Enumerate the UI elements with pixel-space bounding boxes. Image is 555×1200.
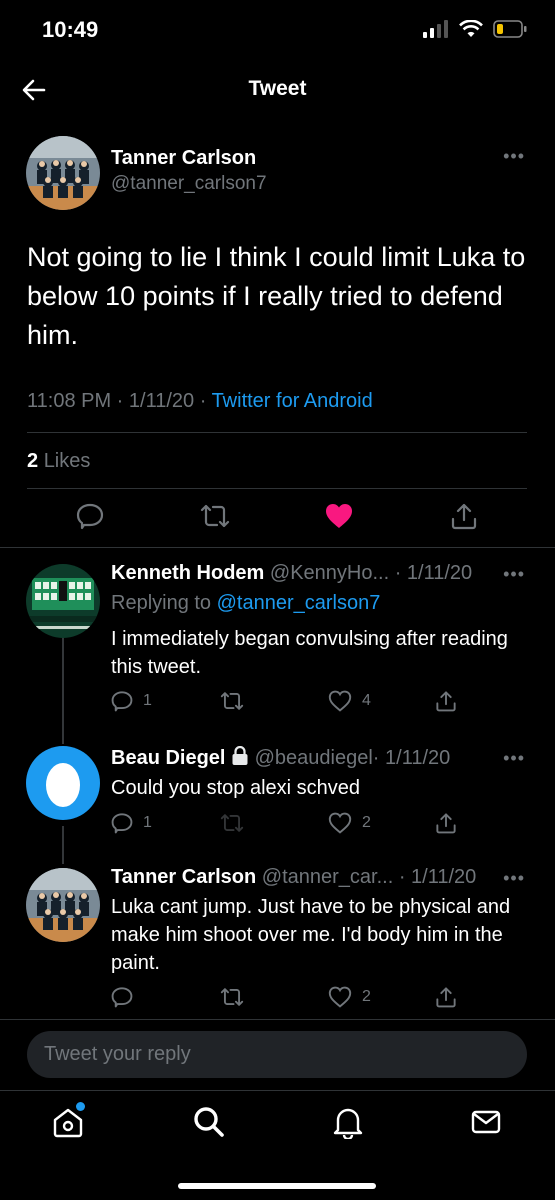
envelope-icon — [471, 1110, 501, 1134]
divider — [0, 1019, 555, 1020]
lock-icon — [232, 745, 248, 765]
nav-messages[interactable] — [469, 1105, 505, 1141]
thread-line — [62, 826, 64, 864]
nav-notifications[interactable] — [331, 1105, 367, 1141]
reply-header: Tanner Carlson @tanner_car... · 1/11/20 — [111, 866, 476, 889]
like-button[interactable]: 4 — [328, 690, 371, 712]
thread-line — [62, 636, 64, 744]
status-icons — [423, 20, 527, 38]
retweet-icon[interactable] — [199, 502, 231, 530]
retweet-icon — [220, 814, 244, 832]
like-count: 2 — [362, 814, 371, 831]
reply-action-bar: 1 4 — [111, 690, 471, 718]
like-button[interactable]: 2 — [328, 986, 371, 1008]
reply-avatar[interactable] — [26, 564, 100, 638]
share-icon — [436, 987, 456, 1008]
cellular-signal-icon — [423, 20, 448, 38]
reply-author-name[interactable]: Tanner Carlson — [111, 866, 256, 888]
more-dots-icon[interactable]: ••• — [503, 564, 525, 585]
home-indicator[interactable] — [178, 1183, 376, 1189]
replying-to: Replying to @tanner_carlson7 — [111, 592, 380, 615]
reply-date: · 1/11/20 — [394, 562, 473, 584]
reply-text: Luka cant jump. Just have to be physical… — [111, 896, 511, 974]
retweet-button[interactable] — [219, 986, 245, 1008]
share-button[interactable] — [435, 690, 457, 712]
likes-count: 2 — [27, 450, 39, 472]
reply-count: 1 — [143, 692, 152, 709]
replying-prefix: Replying to — [111, 592, 217, 614]
compose-placeholder: Tweet your reply — [44, 1043, 191, 1065]
author-handle[interactable]: @tanner_carlson7 — [111, 173, 267, 195]
speech-bubble-icon[interactable] — [76, 502, 104, 530]
reply-date: · 1/11/20 — [372, 747, 451, 769]
retweet-button[interactable] — [219, 690, 245, 712]
reply-author-handle[interactable]: @beaudiegel — [255, 747, 373, 769]
status-time: 10:49 — [42, 17, 99, 42]
reply-text: Could you stop alexi schved — [111, 777, 361, 799]
reply-header: Beau Diegel @beaudiegel· 1/11/20 — [111, 745, 451, 770]
divider — [27, 488, 527, 489]
divider — [27, 432, 527, 433]
tweet-timestamp: 11:08 PM · 1/11/20 · — [27, 390, 212, 412]
speech-bubble-icon — [111, 691, 133, 712]
reply-header: Kenneth Hodem @KennyHo... · 1/11/20 — [111, 562, 472, 585]
retweet-icon — [220, 692, 244, 710]
like-count: 2 — [362, 988, 371, 1005]
speech-bubble-icon — [111, 987, 133, 1008]
heart-icon — [328, 690, 352, 712]
reply-avatar[interactable] — [26, 746, 100, 820]
share-icon[interactable] — [450, 502, 478, 530]
top-header: Tweet — [0, 62, 555, 118]
battery-icon — [493, 20, 527, 38]
retweet-icon — [220, 988, 244, 1006]
speech-bubble-icon — [111, 813, 133, 834]
divider — [0, 547, 555, 548]
replying-to-link[interactable]: @tanner_carlson7 — [217, 592, 381, 614]
share-icon — [436, 813, 456, 834]
more-dots-icon[interactable]: ••• — [503, 146, 525, 167]
likes-label: Likes — [43, 450, 91, 472]
more-dots-icon[interactable]: ••• — [503, 748, 525, 769]
notification-dot — [76, 1102, 85, 1111]
tweet-action-bar — [0, 502, 555, 542]
heart-icon — [328, 986, 352, 1008]
tweet-text: Not going to lie I think I could limit L… — [27, 242, 526, 350]
reply-text: I immediately began convulsing after rea… — [111, 628, 508, 678]
reply-avatar[interactable] — [26, 868, 100, 942]
reply-button[interactable] — [111, 986, 133, 1008]
tweet-meta: 11:08 PM · 1/11/20 · Twitter for Android — [27, 390, 373, 413]
share-button[interactable] — [435, 812, 457, 834]
reply-compose-input[interactable]: Tweet your reply — [27, 1031, 527, 1078]
nav-search[interactable] — [192, 1105, 228, 1141]
like-button[interactable]: 2 — [328, 812, 371, 834]
reply-action-bar: 2 — [111, 986, 471, 1014]
bell-icon — [333, 1108, 363, 1141]
more-dots-icon[interactable]: ••• — [503, 868, 525, 889]
author-name[interactable]: Tanner Carlson — [111, 147, 256, 170]
reply-button[interactable]: 1 — [111, 812, 152, 834]
reply-action-bar: 1 2 — [111, 812, 471, 840]
tweet-source-link[interactable]: Twitter for Android — [212, 390, 373, 412]
like-count: 4 — [362, 692, 371, 709]
reply-author-name[interactable]: Beau Diegel — [111, 747, 225, 769]
likes-row[interactable]: 2 Likes — [27, 450, 90, 473]
author-avatar[interactable] — [26, 136, 100, 210]
status-bar: 10:49 — [0, 0, 555, 62]
share-icon — [436, 691, 456, 712]
reply-author-name[interactable]: Kenneth Hodem — [111, 562, 264, 584]
reply-author-handle[interactable]: @KennyHo... — [270, 562, 389, 584]
retweet-button — [219, 812, 245, 834]
page-title: Tweet — [248, 77, 307, 100]
heart-icon[interactable] — [324, 502, 354, 530]
reply-author-handle[interactable]: @tanner_car... — [262, 866, 393, 888]
nav-home[interactable] — [51, 1102, 87, 1141]
reply-date: · 1/11/20 — [398, 866, 477, 888]
wifi-icon — [459, 20, 483, 37]
reply-count: 1 — [143, 814, 152, 831]
reply-button[interactable]: 1 — [111, 690, 152, 712]
share-button[interactable] — [435, 986, 457, 1008]
search-icon — [194, 1107, 224, 1137]
heart-icon — [328, 812, 352, 834]
